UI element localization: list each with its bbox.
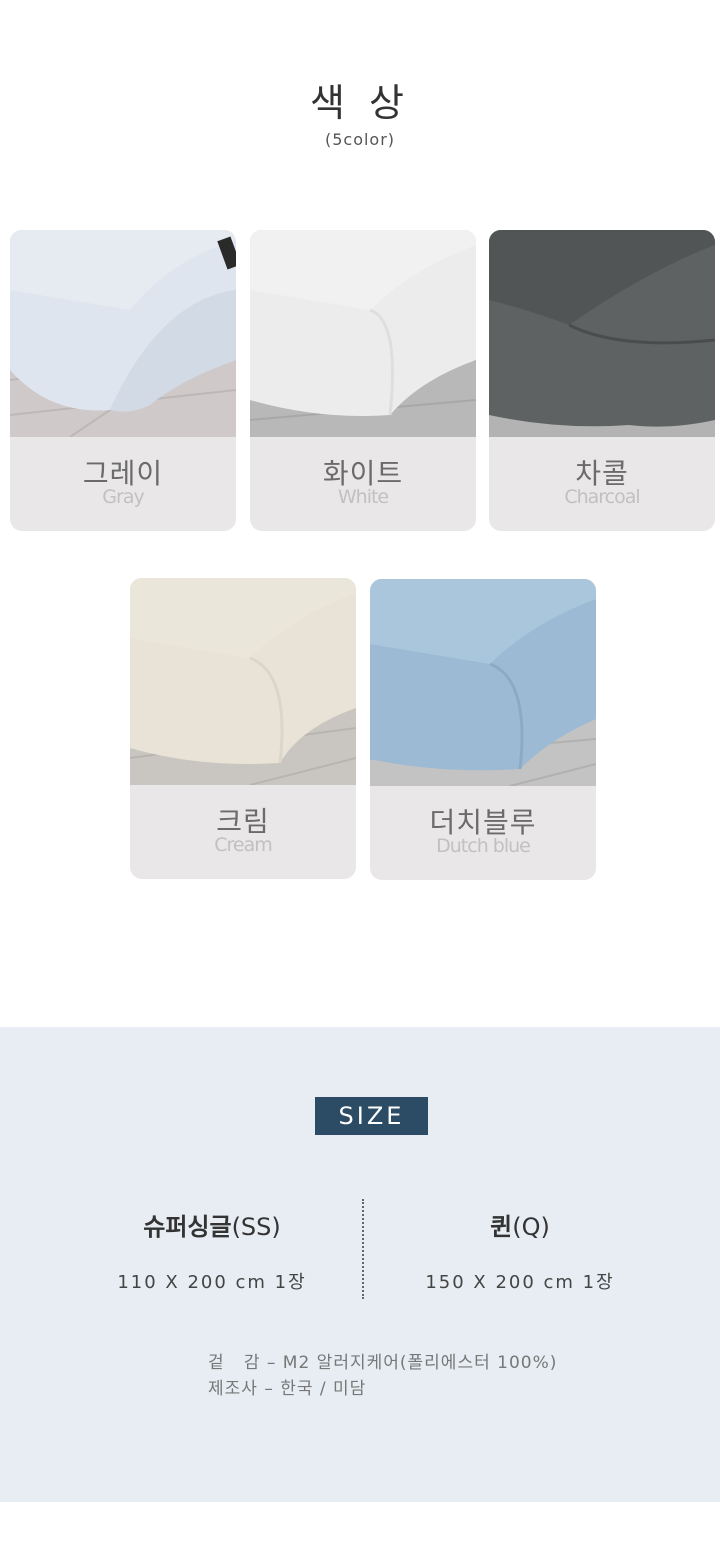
size-name: 퀸(Q) — [370, 1207, 670, 1242]
maker-line: 제조사 – 한국 / 미담 — [208, 1379, 367, 1399]
product-photo-white — [250, 230, 476, 437]
size-name: 슈퍼싱글(SS) — [62, 1207, 362, 1242]
color-name-en: Cream — [214, 834, 273, 856]
color-card-white: 화이트 White — [250, 230, 476, 531]
size-name-ko: 슈퍼싱글 — [143, 1213, 232, 1241]
product-photo-dutch-blue — [370, 579, 596, 786]
color-card-charcoal: 차콜 Charcoal — [489, 230, 715, 531]
color-card-dutch-blue: 더치블루 Dutch blue — [370, 579, 596, 880]
product-photo-cream — [130, 578, 356, 785]
color-name-en: Gray — [102, 486, 144, 508]
size-queen: 퀸(Q) 150 X 200 cm 1장 — [370, 1207, 670, 1294]
material-line: 겉 감 – M2 알러지케어(폴리에스터 100%) — [208, 1353, 558, 1373]
color-header: 색 상 (5color) — [0, 0, 720, 200]
size-section: SIZE 슈퍼싱글(SS) 110 X 200 cm 1장 퀸(Q) 150 X… — [0, 1027, 720, 1502]
size-dimensions: 150 X 200 cm 1장 — [425, 1272, 615, 1293]
color-name-en: White — [337, 486, 389, 508]
color-card-gray: 그레이 Gray — [10, 230, 236, 531]
size-badge: SIZE — [315, 1097, 428, 1135]
color-name-en: Dutch blue — [436, 835, 531, 857]
size-name-ko: 퀸 — [490, 1213, 513, 1241]
product-info: 겉 감 – M2 알러지케어(폴리에스터 100%) 제조사 – 한국 / 미담 — [208, 1350, 557, 1402]
page-subtitle: (5color) — [324, 130, 396, 149]
size-super-single: 슈퍼싱글(SS) 110 X 200 cm 1장 — [62, 1207, 362, 1294]
size-code: (Q) — [512, 1213, 550, 1241]
color-name-en: Charcoal — [564, 486, 640, 508]
color-card-cream: 크림 Cream — [130, 578, 356, 879]
size-code: (SS) — [231, 1213, 281, 1241]
page-title: 색 상 — [310, 81, 410, 125]
product-photo-charcoal — [489, 230, 715, 437]
product-photo-gray — [10, 230, 236, 437]
size-divider — [362, 1199, 364, 1299]
size-dimensions: 110 X 200 cm 1장 — [117, 1272, 307, 1293]
